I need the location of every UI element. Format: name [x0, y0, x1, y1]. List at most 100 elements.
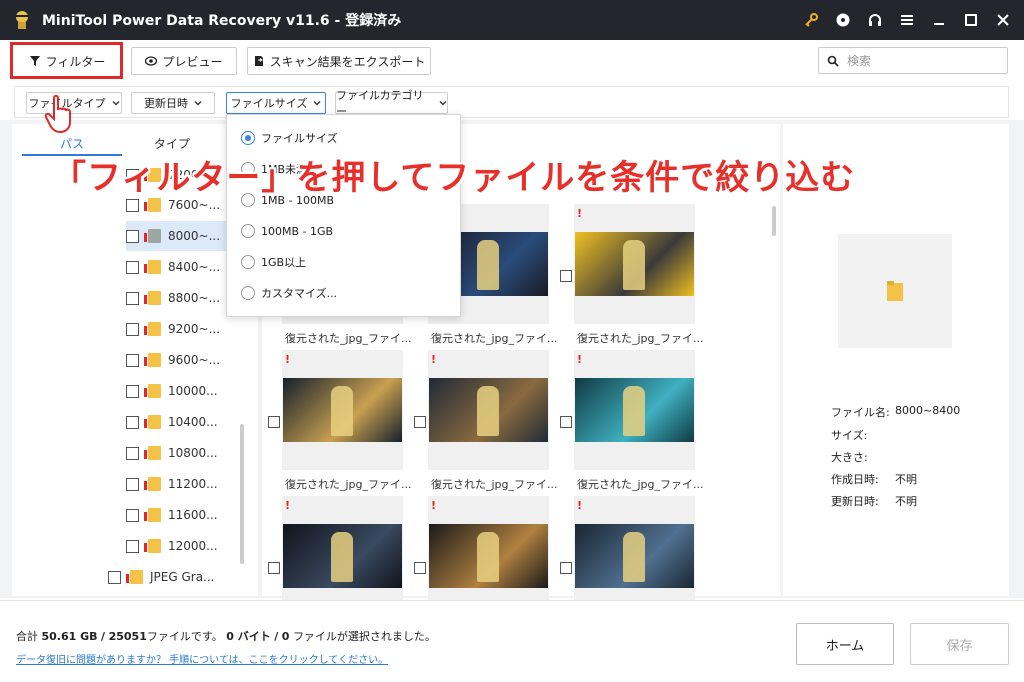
thumbnail-card[interactable]: ! [282, 496, 403, 616]
size-option-label: 100MB - 1GB [261, 224, 334, 238]
preview-button[interactable]: プレビュー [131, 47, 237, 75]
tree-checkbox[interactable] [126, 353, 139, 367]
file-size-filter[interactable]: ファイルサイズ [226, 92, 326, 114]
tree-checkbox[interactable] [126, 508, 139, 522]
tree-checkbox[interactable] [126, 477, 139, 491]
key-icon[interactable] [802, 11, 820, 29]
thumbnail-label: 復元された_jpg_ファイ... [577, 478, 704, 491]
size-option[interactable]: ファイルサイズ [241, 128, 338, 148]
modified-date-filter[interactable]: 更新日時 [131, 92, 215, 114]
tree-checkbox[interactable] [126, 415, 139, 429]
radio-button[interactable] [241, 224, 255, 238]
folder-icon [144, 291, 161, 305]
chevron-down-icon [313, 101, 321, 106]
save-button[interactable]: 保存 [910, 623, 1009, 665]
tree-scrollbar[interactable] [240, 424, 244, 564]
thumbnail-card[interactable]: ! [282, 350, 403, 470]
menu-icon[interactable] [898, 11, 916, 29]
thumbnail-image [283, 378, 402, 442]
file-category-filter[interactable]: ファイルカテゴリー [335, 89, 448, 118]
size-option[interactable]: カスタマイズ... [241, 283, 337, 303]
file-type-filter[interactable]: ファイルタイプ [26, 92, 122, 114]
folder-icon [144, 446, 161, 460]
export-button[interactable]: スキャン結果をエクスポート [247, 47, 431, 75]
thumbnail-checkbox[interactable] [414, 416, 426, 428]
tree-item-label: 8400~... [168, 260, 221, 274]
search-input[interactable]: 検索 [818, 47, 1008, 74]
tree-checkbox[interactable] [126, 384, 139, 398]
tree-item-label: 10400... [168, 415, 218, 429]
chevron-down-icon [112, 101, 119, 106]
folder-icon [144, 229, 161, 243]
search-icon [827, 55, 839, 67]
tree-item-label: 12000... [168, 539, 218, 553]
thumbnail-image [429, 524, 548, 588]
thumbnail-label: 復元された_jpg_ファイ... [577, 332, 704, 345]
tree-item[interactable]: 12000... [126, 531, 246, 561]
tree-checkbox[interactable] [126, 322, 139, 336]
thumbnail-card[interactable]: ! [574, 204, 695, 324]
folder-icon [144, 353, 161, 367]
thumbnail-checkbox[interactable] [560, 270, 572, 282]
close-icon[interactable] [994, 11, 1012, 29]
file-size-label: ファイルサイズ [230, 97, 308, 110]
thumbnail-card[interactable]: ! [428, 350, 549, 470]
size-option[interactable]: 1GB以上 [241, 252, 306, 272]
tree-item[interactable]: 11600... [126, 500, 246, 530]
home-button[interactable]: ホーム [796, 623, 894, 665]
tree-item[interactable]: 10000... [126, 376, 246, 406]
scan-summary: 合計 50.61 GB / 25051ファイルです。 0 バイト / 0 ファイ… [16, 630, 436, 643]
footer: 合計 50.61 GB / 25051ファイルです。 0 バイト / 0 ファイ… [0, 600, 1024, 682]
thumbnail-checkbox[interactable] [560, 416, 572, 428]
headset-icon[interactable] [866, 11, 884, 29]
radio-button[interactable] [241, 131, 255, 145]
help-link[interactable]: データ復旧に問題がありますか？ 手順については、ここをクリックしてください。 [16, 651, 388, 666]
tree-item[interactable]: 9600~... [126, 345, 246, 375]
size-option-label: 1GB以上 [261, 256, 307, 269]
size-option[interactable]: 100MB - 1GB [241, 221, 333, 241]
tree-item[interactable]: 9200~... [126, 314, 246, 344]
export-button-label: スキャン結果をエクスポート [269, 54, 426, 69]
thumbnail-card[interactable]: ! [574, 496, 695, 616]
tree-item[interactable]: 10800... [126, 438, 246, 468]
maximize-icon[interactable] [962, 11, 980, 29]
tree-item[interactable]: 10400... [126, 407, 246, 437]
folder-icon [144, 477, 161, 491]
warning-mark: ! [577, 207, 583, 220]
preview-button-label: プレビュー [162, 54, 223, 69]
size-option-label: カスタマイズ... [261, 287, 338, 300]
warning-mark: ! [431, 499, 437, 512]
thumbnail-image [575, 378, 694, 442]
thumbnail-image [575, 232, 694, 296]
folder-icon [144, 322, 161, 336]
thumbnail-checkbox[interactable] [268, 416, 280, 428]
thumbnail-checkbox[interactable] [268, 562, 280, 574]
radio-button[interactable] [241, 286, 255, 300]
tree-item-label: 9200~... [168, 322, 221, 336]
tree-item-label: 10800... [168, 446, 218, 460]
tree-item-label: 8000~... [168, 229, 221, 243]
thumbnail-card[interactable]: ! [574, 350, 695, 470]
thumbnail-image [429, 378, 548, 442]
minimize-icon[interactable] [930, 11, 948, 29]
radio-button[interactable] [241, 255, 255, 269]
thumbnail-checkbox[interactable] [414, 562, 426, 574]
thumbnail-checkbox[interactable] [560, 562, 572, 574]
tree-checkbox[interactable] [126, 229, 139, 243]
tree-item[interactable]: 11200... [126, 469, 246, 499]
tree-checkbox[interactable] [126, 539, 139, 553]
tree-checkbox[interactable] [126, 260, 139, 274]
chevron-down-icon [439, 101, 447, 106]
tree-checkbox[interactable] [126, 291, 139, 305]
window-title: MiniTool Power Data Recovery v11.6 - 登録済… [42, 13, 402, 29]
tree-item[interactable]: JPEG Gra... [108, 562, 246, 592]
folder-preview-icon [887, 281, 903, 301]
tree-checkbox[interactable] [126, 198, 139, 212]
thumbnail-scrollbar[interactable] [772, 206, 776, 236]
folder-icon [144, 539, 161, 553]
thumbnail-image [283, 524, 402, 588]
thumbnail-card[interactable]: ! [428, 496, 549, 616]
disc-icon[interactable] [834, 11, 852, 29]
tree-checkbox[interactable] [126, 446, 139, 460]
tree-checkbox[interactable] [108, 570, 121, 584]
